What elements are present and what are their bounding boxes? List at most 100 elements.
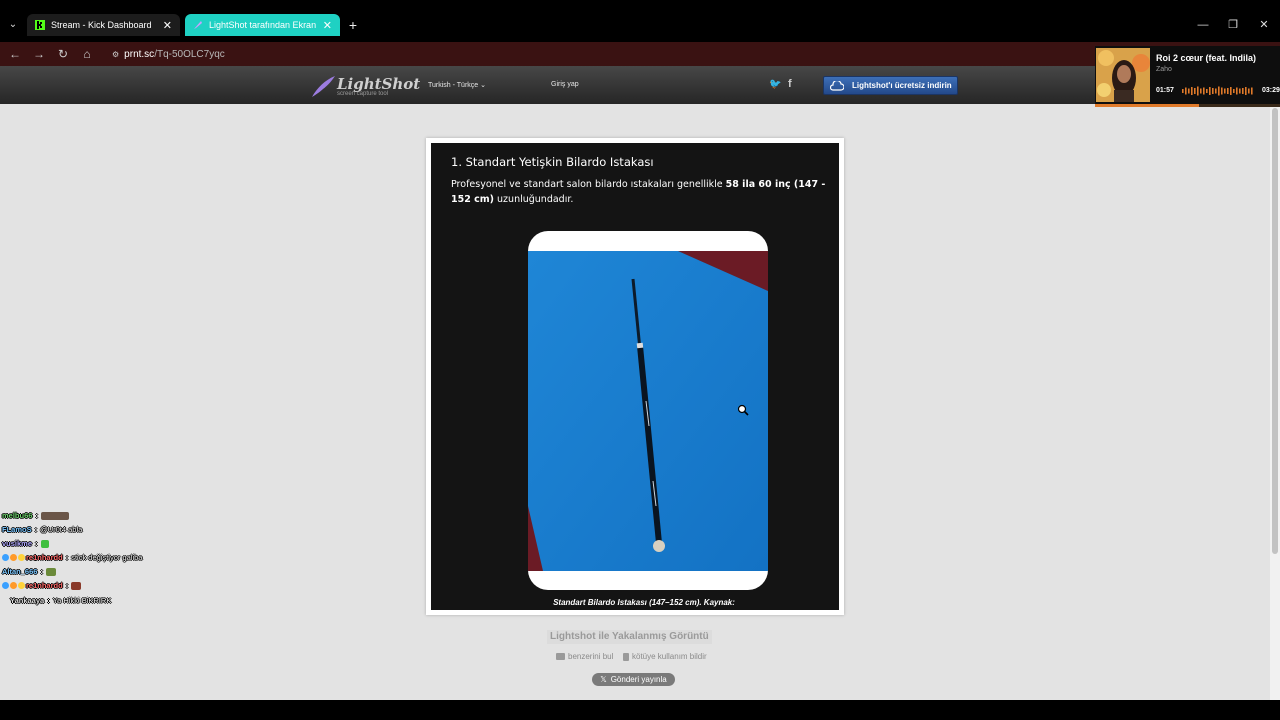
chat-username: vusikme — [2, 539, 33, 548]
new-tab-plus-icon[interactable]: + — [344, 16, 362, 34]
reload-icon[interactable]: ↻ — [54, 45, 72, 63]
chat-message: re1nhardd: stick değiştiyor galiba — [2, 553, 142, 562]
report-abuse-link[interactable]: kötüye kullanım bildir — [623, 652, 707, 661]
waveform-bar — [1212, 88, 1214, 94]
waveform-bar — [1242, 88, 1244, 94]
badge-icon — [10, 582, 17, 589]
paragraph-text: Profesyonel ve standart salon bilardo ıs… — [451, 179, 726, 190]
tab-lightshot[interactable]: LightShot tarafından Ekran Görü ✕ — [185, 14, 340, 36]
chat-username: Yankaaya — [10, 596, 45, 605]
waveform-bar — [1218, 86, 1220, 96]
close-tab-icon[interactable]: ✕ — [163, 19, 172, 32]
music-progress-fill — [1095, 104, 1199, 107]
url-host: prnt.sc — [124, 48, 155, 60]
badge-icon — [18, 554, 25, 561]
waveform-bar — [1194, 88, 1196, 94]
waveform-bar — [1233, 89, 1235, 93]
waveform-bar — [1224, 88, 1226, 94]
waveform-bar — [1248, 88, 1250, 94]
waveform-bar — [1251, 87, 1253, 95]
tab-label: LightShot tarafından Ekran Görü — [209, 20, 319, 30]
trash-icon — [623, 652, 629, 661]
audio-waveform — [1182, 86, 1253, 96]
url-path: /Tq-50OLC7yqc — [154, 48, 225, 60]
minimize-icon[interactable]: — — [1192, 16, 1214, 34]
forward-arrow-icon[interactable]: → — [30, 45, 48, 63]
waveform-bar — [1203, 87, 1205, 95]
screenshot-heading: 1. Standart Yetişkin Bilardo Istakası — [451, 155, 654, 169]
login-link[interactable]: Giriş yap — [551, 81, 579, 88]
tab-search-chevron-icon[interactable]: ⌄ — [4, 16, 22, 34]
artist-name: Zaho — [1156, 66, 1172, 73]
chat-text: Ya Hikki BiKRIRK — [52, 596, 112, 605]
emote-icon — [40, 511, 69, 520]
tab-label: Stream - Kick Dashboard — [51, 20, 152, 30]
waveform-bar — [1239, 88, 1241, 94]
logo-subtitle: screen capture tool — [337, 91, 389, 97]
chat-username: melbu66 — [2, 511, 33, 520]
download-button-label: Lightshot'ı ücretsiz indirin — [852, 81, 952, 90]
album-cover — [1096, 48, 1150, 102]
tweet-button[interactable]: 𝕏 Gönderi yayınla — [592, 673, 675, 686]
back-arrow-icon[interactable]: ← — [6, 45, 24, 63]
chat-message: melbu66: — [2, 511, 69, 520]
total-time: 03:29 — [1262, 87, 1280, 94]
waveform-bar — [1197, 86, 1199, 96]
emote-icon — [45, 567, 56, 576]
report-abuse-label: kötüye kullanım bildir — [632, 652, 707, 661]
tab-kick-dashboard[interactable]: Stream - Kick Dashboard ✕ — [27, 14, 180, 36]
waveform-bar — [1236, 87, 1238, 95]
song-title: Roi 2 cœur (feat. Indila) — [1156, 53, 1257, 63]
window-close-icon[interactable]: ✕ — [1253, 16, 1275, 34]
waveform-bar — [1209, 87, 1211, 95]
badge-icon — [10, 554, 17, 561]
waveform-bar — [1200, 88, 1202, 94]
chat-text: stick değiştiyor galiba — [71, 553, 143, 562]
badge-icon — [2, 582, 9, 589]
captured-with-lightshot-label: Lightshot ile Yakalanmış Görüntü — [547, 630, 712, 644]
screenshot-paragraph: Profesyonel ve standart salon bilardo ıs… — [451, 177, 831, 207]
find-similar-label: benzerini bul — [568, 652, 614, 661]
waveform-bar — [1185, 87, 1187, 95]
waveform-bar — [1191, 87, 1193, 95]
waveform-bar — [1182, 89, 1184, 93]
lightshot-feather-icon — [194, 21, 202, 29]
download-cloud-icon — [830, 80, 844, 91]
chat-message: FLamoS: @Ur0t4 abla — [2, 525, 83, 534]
scrollbar-thumb[interactable] — [1272, 108, 1278, 554]
restore-icon[interactable]: ❐ — [1222, 16, 1244, 34]
chat-text: @Ur0t4 abla — [40, 525, 83, 534]
chat-message: vusikme: — [2, 539, 49, 548]
billiard-cue-photo — [528, 251, 768, 571]
close-tab-icon[interactable]: ✕ — [323, 19, 332, 32]
language-dropdown[interactable]: Turkish - Türkçe ⌄ — [428, 81, 486, 89]
waveform-bar — [1206, 89, 1208, 93]
download-lightshot-button[interactable]: Lightshot'ı ücretsiz indirin — [823, 76, 958, 95]
waveform-bar — [1215, 88, 1217, 94]
waveform-bar — [1188, 88, 1190, 94]
chat-username: FLamoS — [2, 525, 32, 534]
find-similar-link[interactable]: benzerini bul — [556, 652, 613, 661]
current-time: 01:57 — [1156, 87, 1174, 94]
site-header — [0, 66, 1280, 105]
chat-message: re1nhardd: — [2, 581, 82, 590]
tweet-label: Gönderi yayınla — [610, 675, 667, 684]
waveform-bar — [1230, 87, 1232, 95]
bottom-black-strip — [0, 700, 1280, 720]
zoom-magnifier-icon[interactable] — [737, 404, 749, 416]
emote-icon — [40, 539, 49, 548]
badge-icon — [18, 582, 25, 589]
chevron-down-icon: ⌄ — [480, 82, 487, 89]
site-info-icon[interactable]: ⚙ — [112, 50, 119, 59]
waveform-bar — [1245, 87, 1247, 95]
url-bar[interactable]: ⚙ prnt.sc/Tq-50OLC7yqc — [112, 47, 225, 61]
language-label: Turkish - Türkçe — [428, 82, 479, 89]
facebook-icon[interactable]: f — [788, 78, 798, 91]
chat-username: Altan_666 — [2, 567, 38, 576]
kick-icon — [35, 20, 45, 30]
chat-message: Yankaaya: Ya Hikki BiKRIRK — [10, 596, 112, 605]
chat-username: re1nhardd — [26, 553, 63, 562]
emote-icon — [71, 581, 82, 590]
twitter-bird-icon[interactable]: 🐦 — [769, 79, 781, 91]
home-icon[interactable]: ⌂ — [78, 45, 96, 63]
